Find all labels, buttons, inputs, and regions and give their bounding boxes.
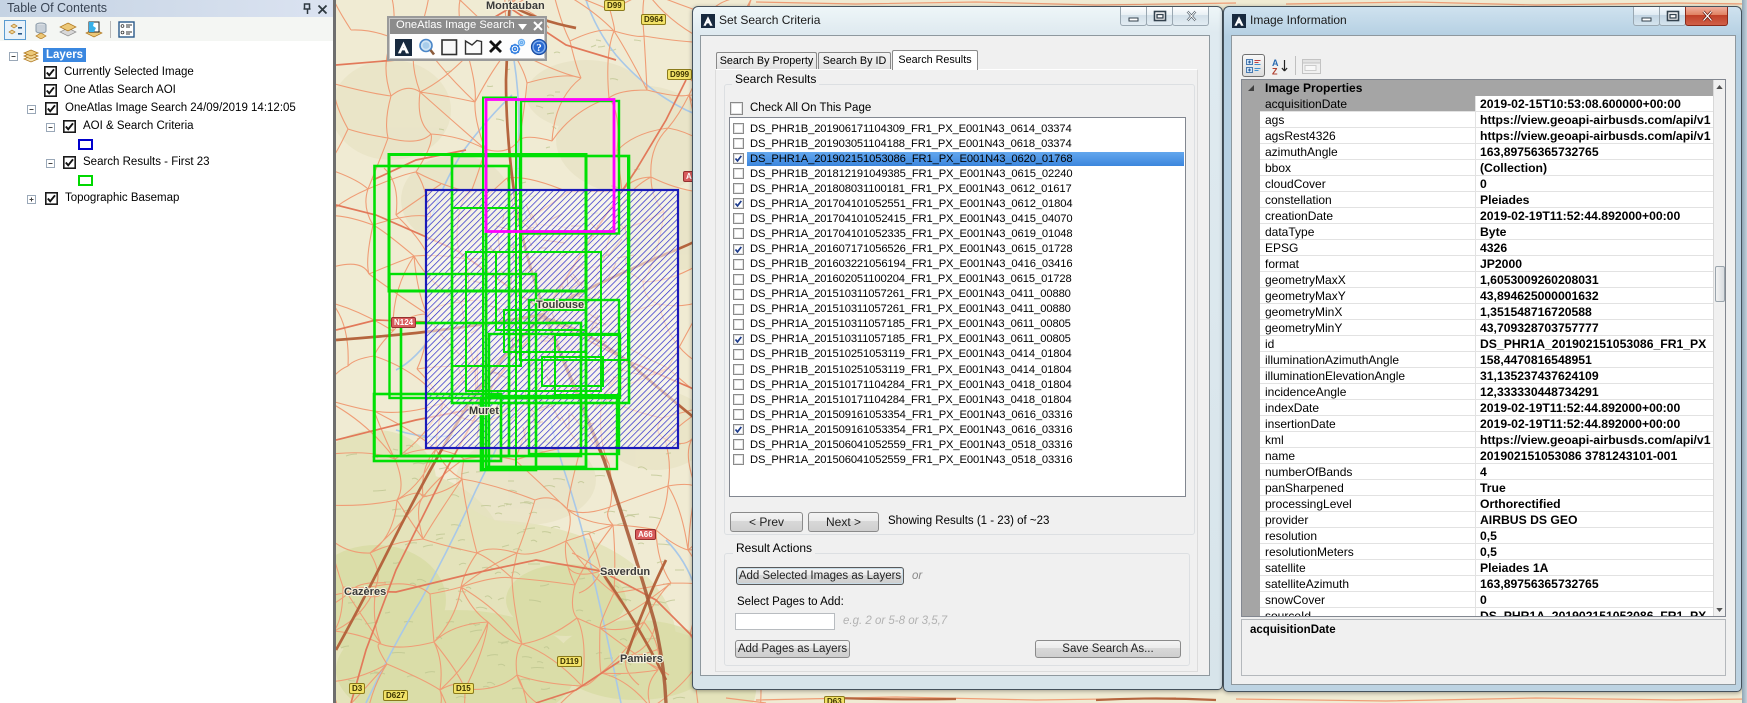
svg-text:Z: Z [1272,67,1278,76]
svg-text:Muret: Muret [469,405,499,417]
svg-text:Saverdun: Saverdun [600,566,650,578]
svg-text:Montauban: Montauban [486,0,545,12]
svg-text:Pamiers: Pamiers [620,653,663,665]
svg-text:Cazères: Cazères [344,586,386,598]
svg-text:?: ? [536,42,542,54]
svg-text:Toulouse: Toulouse [536,299,584,311]
